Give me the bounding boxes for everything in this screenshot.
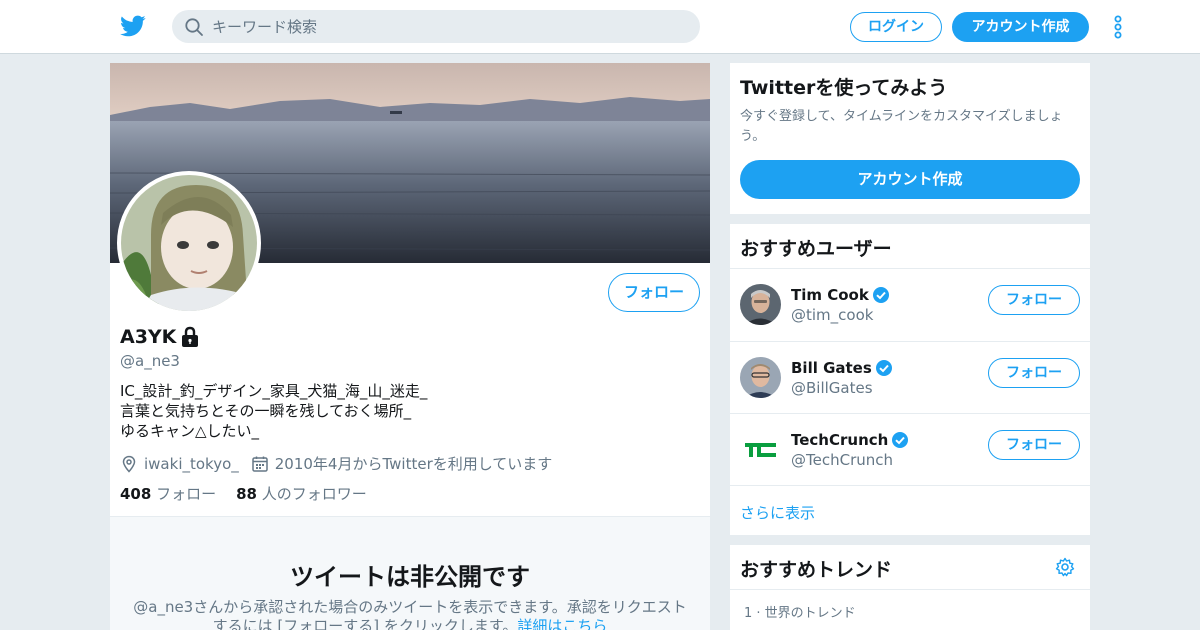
- user-handle: @TechCrunch: [791, 451, 894, 469]
- private-tweets-notice: ツイートは非公開です @a_ne3さんから承認された場合のみツイートを表示できま…: [110, 516, 710, 630]
- recommended-list: Tim Cook @tim_cook フォロー Bill Gates @Bill…: [730, 268, 1090, 486]
- profile-avatar[interactable]: [117, 171, 261, 315]
- followers-label: 人のフォロワー: [261, 485, 367, 503]
- profile-meta: iwaki_tokyo_ 2010年4月からTwitterを利用しています: [120, 453, 564, 474]
- signup-button[interactable]: アカウント作成: [952, 12, 1089, 42]
- user-name: TechCrunch: [791, 431, 889, 449]
- bio-line: IC_設計_釣_デザイン_家具_犬猫_海_山_迷走_: [120, 382, 428, 400]
- following-label: フォロー: [156, 485, 217, 503]
- trend-meta: 1 · 世界のトレンド: [744, 606, 856, 621]
- user-name-row: Bill Gates: [791, 359, 893, 377]
- location-pin-icon: [122, 455, 136, 473]
- follow-user-button[interactable]: フォロー: [988, 430, 1080, 460]
- followers-count: 88: [236, 485, 257, 503]
- profile-name-row: A3YK: [120, 326, 200, 348]
- recommended-user[interactable]: Tim Cook @tim_cook フォロー: [730, 268, 1090, 341]
- user-avatar[interactable]: [740, 429, 781, 470]
- search-icon: [185, 18, 203, 36]
- verified-badge-icon: [892, 432, 909, 448]
- user-name: Tim Cook: [791, 286, 869, 304]
- following-stat[interactable]: 408 フォロー: [120, 483, 216, 504]
- lock-icon: [182, 326, 199, 347]
- learn-more-link[interactable]: 詳細はこちら: [517, 617, 607, 630]
- location-text: iwaki_tokyo_: [144, 454, 239, 473]
- private-title: ツイートは非公開です: [290, 563, 530, 591]
- follow-button[interactable]: フォロー: [608, 273, 700, 312]
- profile-joined: 2010年4月からTwitterを利用しています: [251, 453, 553, 474]
- start-subtitle: 今すぐ登録して、タイムラインをカスタマイズしましょう。: [740, 109, 1063, 144]
- user-avatar[interactable]: [740, 356, 781, 398]
- recommended-user[interactable]: TechCrunch @TechCrunch フォロー: [730, 413, 1090, 486]
- recommended-users-card: おすすめユーザー Tim Cook @tim_cook フォロー Bill Ga…: [730, 224, 1090, 535]
- verified-badge-icon: [875, 359, 892, 376]
- followers-stat[interactable]: 88 人のフォロワー: [236, 483, 367, 504]
- user-name: Bill Gates: [791, 358, 872, 377]
- calendar-icon: [252, 456, 268, 472]
- top-bar: ログイン アカウント作成: [0, 0, 1200, 54]
- bio-line: 言葉と気持ちとその一瞬を残しておく場所_: [120, 402, 412, 420]
- profile-handle: @a_ne3: [120, 352, 180, 370]
- user-name-row: Tim Cook: [791, 286, 890, 304]
- private-text: @a_ne3さんから承認された場合のみツイートを表示できます。承認をリクエストす…: [130, 598, 690, 630]
- start-twitter-card: Twitterを使ってみよう 今すぐ登録して、タイムラインをカスタマイズしましょ…: [730, 63, 1090, 214]
- search-input[interactable]: [212, 10, 682, 43]
- more-options-icon[interactable]: [1110, 15, 1126, 39]
- profile-stats: 408 フォロー 88 人のフォロワー: [120, 483, 387, 504]
- start-title: Twitterを使ってみよう: [740, 77, 948, 99]
- follow-user-button[interactable]: フォロー: [988, 357, 1080, 388]
- trends-card: おすすめトレンド 1 · 世界のトレンド: [730, 545, 1090, 630]
- trends-divider: [730, 589, 1090, 590]
- follow-user-button[interactable]: フォロー: [988, 285, 1080, 315]
- show-more-link[interactable]: さらに表示: [740, 502, 815, 523]
- trends-title: おすすめトレンド: [740, 559, 893, 581]
- profile-location: iwaki_tokyo_: [120, 455, 239, 473]
- recommended-user[interactable]: Bill Gates @BillGates フォロー: [730, 340, 1090, 414]
- login-button[interactable]: ログイン: [850, 12, 942, 42]
- joined-text: 2010年4月からTwitterを利用しています: [274, 455, 553, 473]
- show-more-row[interactable]: さらに表示: [730, 485, 1090, 535]
- create-account-button[interactable]: アカウント作成: [740, 160, 1080, 199]
- user-avatar[interactable]: [740, 284, 781, 325]
- verified-badge-icon: [872, 287, 889, 303]
- twitter-bird-icon[interactable]: [120, 13, 146, 39]
- gear-icon[interactable]: [1055, 557, 1075, 577]
- recommended-title: おすすめユーザー: [740, 238, 892, 260]
- bio-line: ゆるキャン△したい_: [120, 422, 260, 440]
- following-count: 408: [120, 485, 152, 503]
- user-handle: @tim_cook: [791, 306, 874, 324]
- user-handle: @BillGates: [791, 378, 873, 397]
- profile-name: A3YK: [120, 326, 177, 348]
- profile-card: フォロー A3YK @a_ne3 IC_設計_釣_デザイン_家具_犬猫_海_山_…: [110, 63, 710, 630]
- search-box[interactable]: [172, 10, 700, 43]
- profile-bio: IC_設計_釣_デザイン_家具_犬猫_海_山_迷走_ 言葉と気持ちとその一瞬を残…: [120, 381, 427, 441]
- user-name-row: TechCrunch: [791, 431, 909, 449]
